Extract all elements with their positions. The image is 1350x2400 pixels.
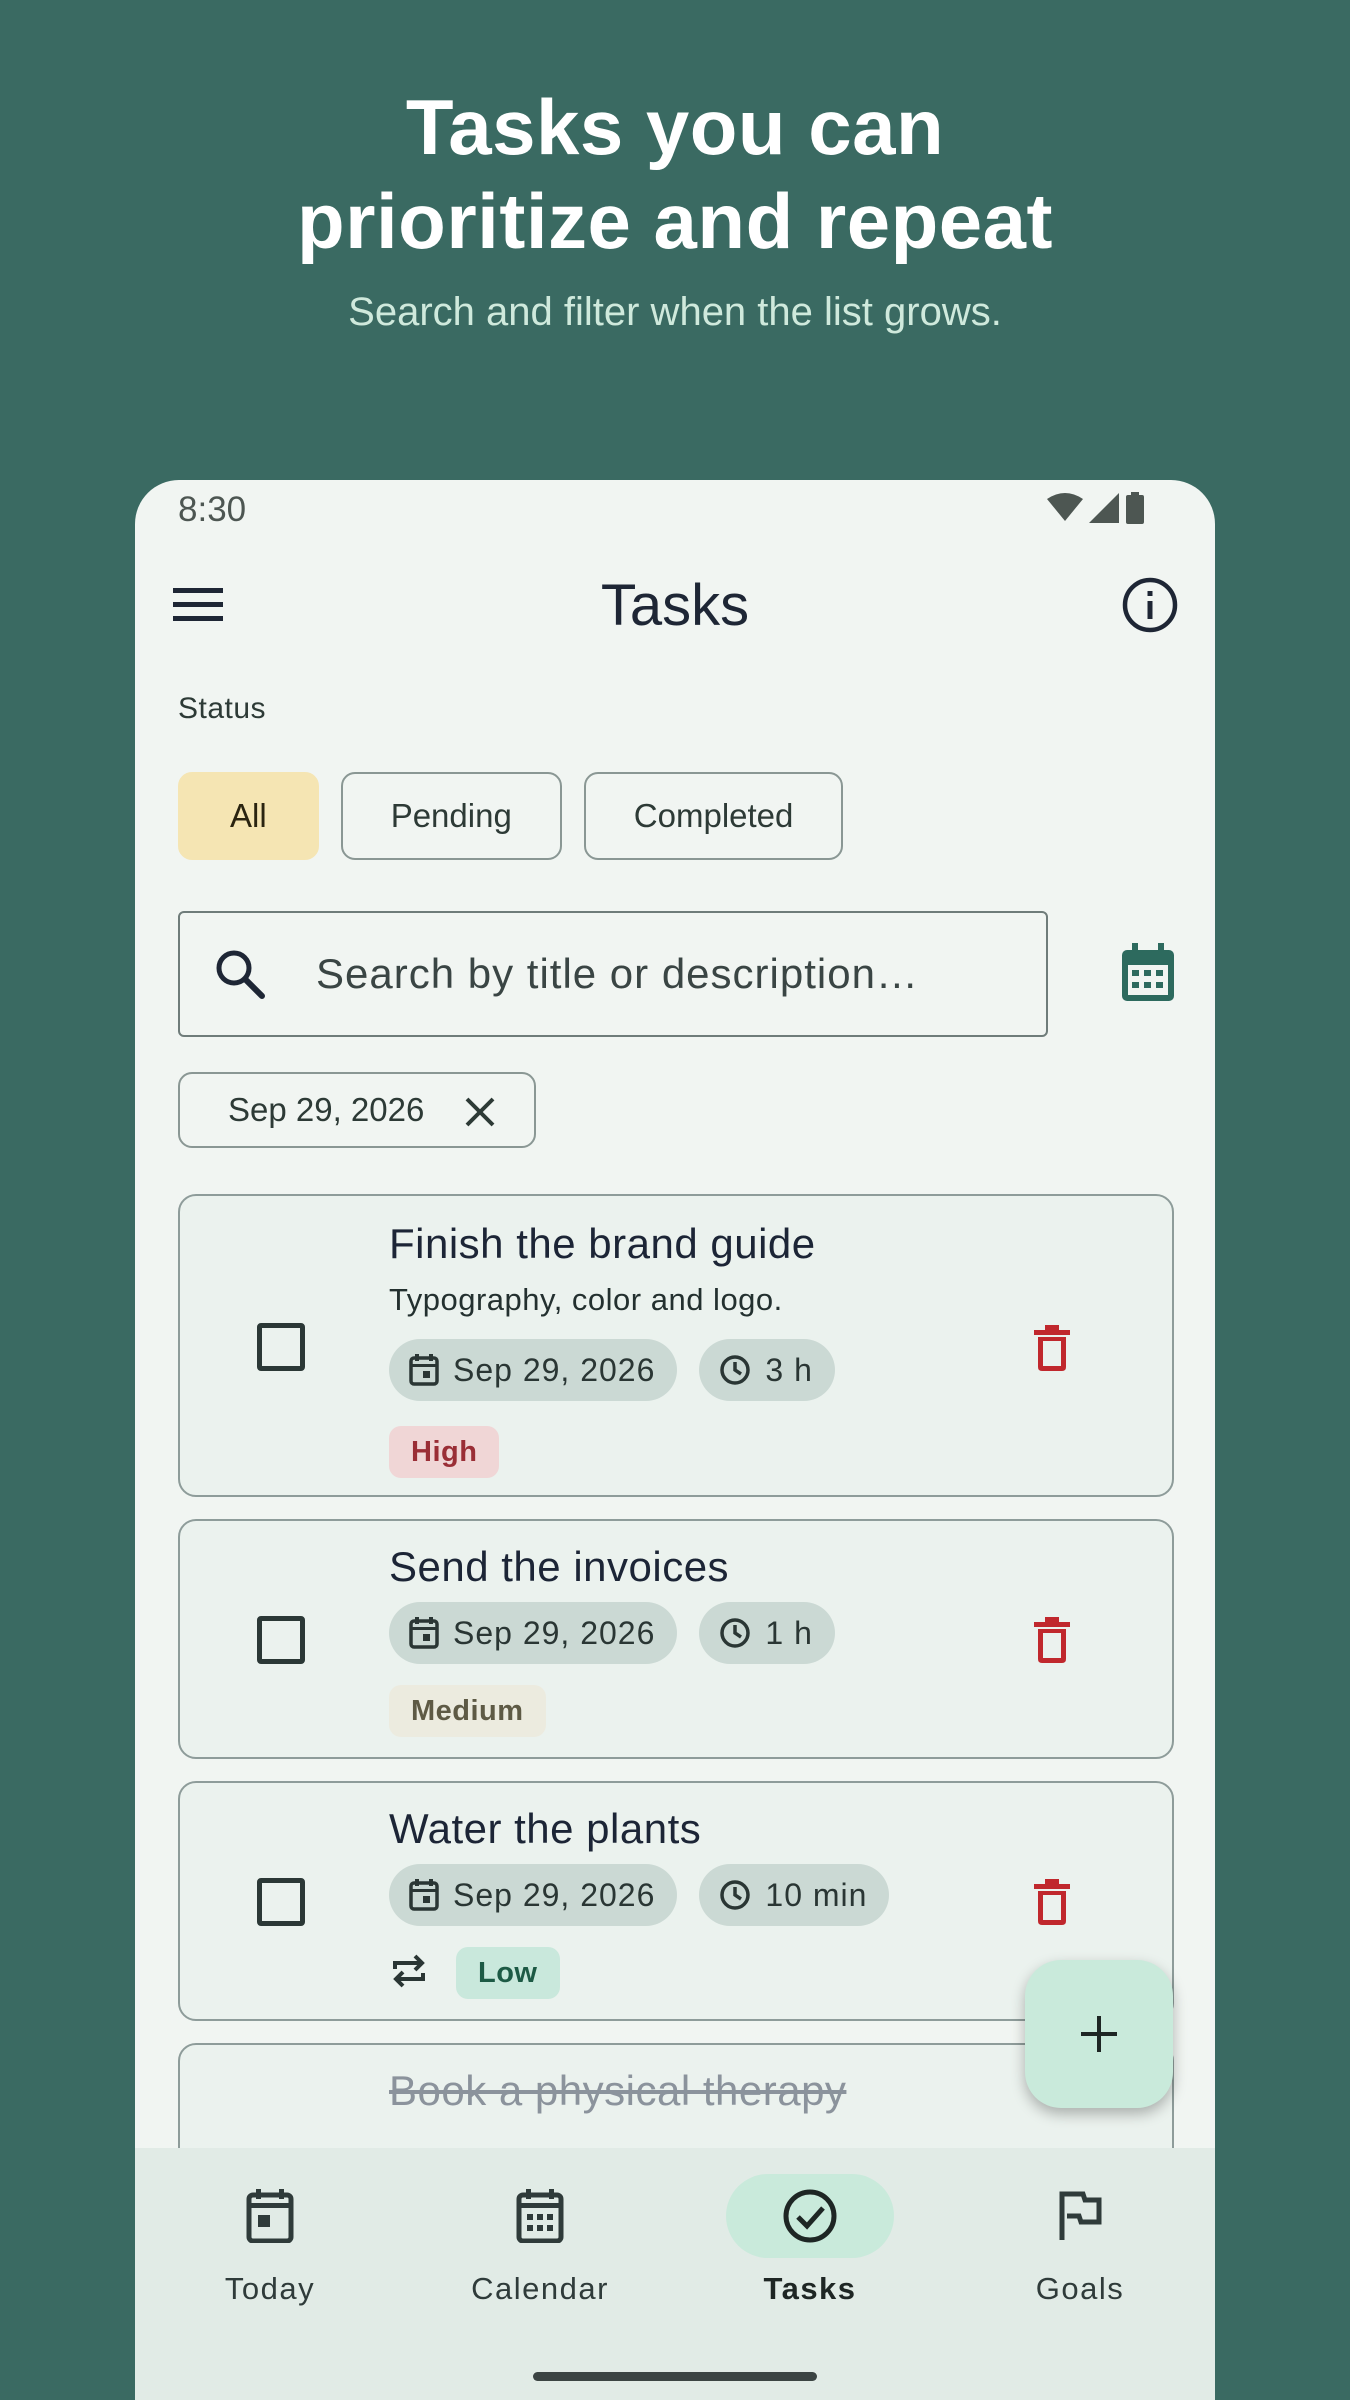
task-meta: Sep 29, 2026 10 min <box>389 1864 890 1926</box>
close-icon[interactable] <box>464 1096 496 1128</box>
task-date: Sep 29, 2026 <box>453 1351 656 1388</box>
nav-icon-container <box>456 2174 624 2258</box>
nav-label-calendar: Calendar <box>471 2271 609 2306</box>
add-task-button[interactable] <box>1025 1960 1173 2108</box>
hero: Tasks you can prioritize and repeat Sear… <box>0 80 1350 335</box>
task-title: Book a physical therapy <box>389 2067 847 2114</box>
nav-item-calendar[interactable]: Calendar <box>405 2148 675 2348</box>
hero-title-line2: prioritize and repeat <box>297 177 1053 265</box>
calendar-icon <box>409 1617 439 1649</box>
calendar-icon <box>409 1879 439 1911</box>
task-date: Sep 29, 2026 <box>453 1614 656 1651</box>
flag-icon <box>1059 2191 1102 2240</box>
task-title: Water the plants <box>389 1805 702 1852</box>
hero-subtitle: Search and filter when the list grows. <box>348 290 1002 334</box>
task-duration: 10 min <box>765 1876 868 1913</box>
status-filter-chips: All Pending Completed <box>178 772 844 860</box>
date-filter-label: Sep 29, 2026 <box>228 1091 425 1128</box>
task-duration-pill: 1 h <box>699 1602 835 1664</box>
task-card[interactable]: Send the invoices Sep 29, 2026 1 h Mediu… <box>178 1519 1174 1759</box>
task-title: Finish the brand guide <box>389 1220 816 1267</box>
check-circle-icon <box>783 2189 837 2243</box>
phone-screen: 8:30 Tasks Status All Pending Completed <box>135 480 1215 2400</box>
task-checkbox[interactable] <box>257 1878 305 1926</box>
system-icons <box>1047 492 1145 524</box>
task-checkbox[interactable] <box>257 1323 305 1371</box>
filter-chip-all[interactable]: All <box>178 772 319 860</box>
wifi-icon <box>1047 493 1083 521</box>
task-duration: 1 h <box>765 1614 813 1651</box>
filter-chip-pending[interactable]: Pending <box>340 772 562 860</box>
nav-label-today: Today <box>224 2271 316 2306</box>
task-duration-pill: 3 h <box>699 1339 835 1401</box>
nav-item-tasks[interactable]: Tasks <box>675 2148 945 2348</box>
task-description: Typography, color and logo. <box>389 1282 783 1317</box>
search-icon <box>216 950 265 999</box>
nav-icon-container <box>726 2174 894 2258</box>
clock-icon <box>720 1618 751 1648</box>
nav-item-goals[interactable]: Goals <box>945 2148 1215 2348</box>
status-bar: 8:30 <box>135 480 1215 540</box>
task-title: Send the invoices <box>389 1543 730 1590</box>
priority-badge: High <box>389 1426 500 1478</box>
task-duration: 3 h <box>765 1351 813 1388</box>
task-checkbox[interactable] <box>257 1616 305 1664</box>
priority-badge: Low <box>456 1947 560 1999</box>
task-card[interactable]: Finish the brand guide Typography, color… <box>178 1194 1174 1497</box>
status-filter-label: Status <box>178 692 267 725</box>
page-title: Tasks <box>600 573 750 638</box>
nav-label-goals: Goals <box>1035 2271 1125 2306</box>
task-date-pill: Sep 29, 2026 <box>389 1339 678 1401</box>
nav-icon-container <box>186 2174 354 2258</box>
status-time: 8:30 <box>178 490 247 529</box>
clock-icon <box>720 1880 751 1910</box>
filter-chip-completed[interactable]: Completed <box>583 772 844 860</box>
clock-icon <box>720 1355 751 1385</box>
signal-icon <box>1089 493 1119 523</box>
delete-icon[interactable] <box>1032 1325 1072 1371</box>
repeat-icon <box>393 1954 425 1988</box>
date-filter-chip[interactable]: Sep 29, 2026 <box>178 1072 536 1148</box>
nav-item-today[interactable]: Today <box>135 2148 405 2348</box>
task-date: Sep 29, 2026 <box>453 1876 656 1913</box>
task-meta: Sep 29, 2026 1 h <box>389 1602 835 1664</box>
delete-icon[interactable] <box>1032 1617 1072 1663</box>
task-date-pill: Sep 29, 2026 <box>389 1602 678 1664</box>
battery-icon <box>1126 492 1144 524</box>
task-card[interactable]: Water the plants Sep 29, 2026 10 min Low <box>178 1781 1174 2021</box>
priority-badge: Medium <box>389 1685 546 1737</box>
info-icon[interactable] <box>1121 576 1179 634</box>
task-date-pill: Sep 29, 2026 <box>389 1864 678 1926</box>
hero-title: Tasks you can prioritize and repeat <box>0 80 1350 268</box>
calendar-filter-icon[interactable] <box>1120 943 1176 1003</box>
today-icon <box>246 2189 294 2243</box>
task-duration-pill: 10 min <box>699 1864 890 1926</box>
plus-icon <box>1081 2016 1117 2052</box>
search-input[interactable]: Search by title or description… <box>178 911 1048 1037</box>
task-meta: Sep 29, 2026 3 h <box>389 1339 835 1401</box>
hero-title-line1: Tasks you can <box>405 83 945 171</box>
bottom-nav: Today Calendar Tasks Goals <box>135 2148 1215 2400</box>
nav-icon-container <box>996 2174 1164 2258</box>
home-indicator[interactable] <box>533 2372 817 2381</box>
calendar-icon <box>516 2189 564 2243</box>
search-placeholder: Search by title or description… <box>316 950 919 997</box>
calendar-icon <box>409 1354 439 1386</box>
app-bar: Tasks <box>135 560 1215 650</box>
nav-label-tasks: Tasks <box>763 2271 857 2306</box>
delete-icon[interactable] <box>1032 1879 1072 1925</box>
